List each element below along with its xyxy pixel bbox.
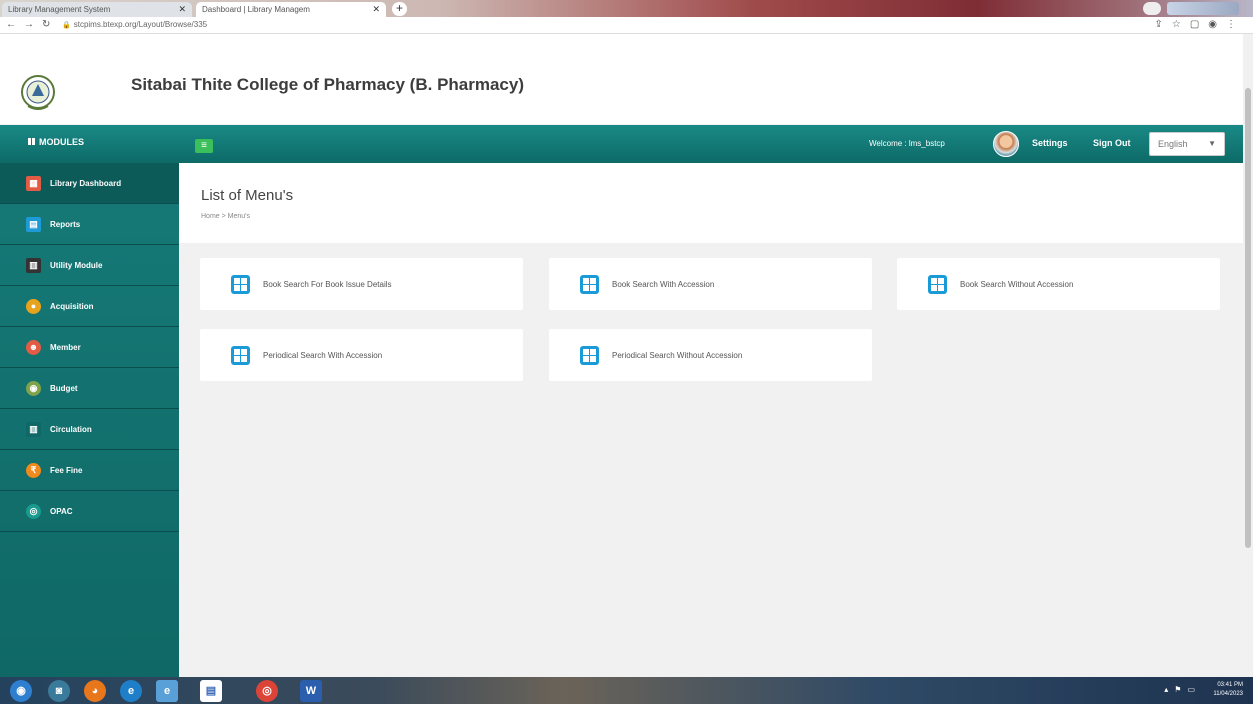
back-icon[interactable]: ← xyxy=(6,19,16,30)
sidebar-item-label: Budget xyxy=(50,383,78,393)
browser-tab-strip: Library Management System ✕ Dashboard | … xyxy=(0,0,1253,17)
sidebar-item-label: Utility Module xyxy=(50,260,103,270)
edge-icon[interactable]: e xyxy=(120,680,142,702)
sidebar: ▦ Library Dashboard ▤ Reports ▥ Utility … xyxy=(0,163,179,677)
sidebar-item-label: Reports xyxy=(50,219,81,229)
acquisition-icon: ● xyxy=(26,298,41,314)
reload-icon[interactable]: ↻ xyxy=(42,19,50,30)
menu-card-label: Book Search With Accession xyxy=(612,279,715,289)
scrollbar-thumb[interactable] xyxy=(1245,88,1251,548)
sidebar-item-member[interactable]: ☻ Member xyxy=(0,327,179,368)
budget-icon: ◉ xyxy=(26,380,41,396)
sidebar-item-label: Fee Fine xyxy=(50,465,83,475)
sidebar-item-label: OPAC xyxy=(50,506,73,516)
sidebar-item-opac[interactable]: ◎ OPAC xyxy=(0,491,179,532)
page-scrollbar[interactable] xyxy=(1243,56,1253,677)
word-icon[interactable]: W xyxy=(300,680,322,702)
firefox-icon[interactable]: ◕ xyxy=(84,680,106,702)
clock[interactable]: 03:41 PM 11/04/2023 xyxy=(1213,681,1243,699)
system-tray-icons[interactable]: ▴⚑▭ xyxy=(1164,685,1201,694)
sidebar-item-fee-fine[interactable]: ₹ Fee Fine xyxy=(0,450,179,491)
forward-icon[interactable]: → xyxy=(24,19,34,30)
dashboard-icon: ▦ xyxy=(26,175,41,191)
ie-icon[interactable]: e xyxy=(156,680,178,702)
menu-toggle-button[interactable]: ≡ xyxy=(195,139,213,153)
maximize-button[interactable] xyxy=(1167,2,1239,15)
lock-icon: 🔒 xyxy=(62,22,71,29)
new-tab-button[interactable]: + xyxy=(392,2,407,16)
menu-card-book-search-issue[interactable]: Book Search For Book Issue Details xyxy=(200,258,523,310)
chrome-icon[interactable]: ◎ xyxy=(256,680,278,702)
sidebar-item-acquisition[interactable]: ● Acquisition xyxy=(0,286,179,327)
page-header: List of Menu's Home > Menu's xyxy=(179,163,1243,243)
sidebar-item-label: Member xyxy=(50,342,81,352)
window-controls xyxy=(1143,2,1243,15)
language-select[interactable]: English ▼ xyxy=(1149,132,1225,156)
windows-icon xyxy=(231,345,250,365)
chevron-down-icon: ▼ xyxy=(1208,139,1216,148)
browser-tab-active[interactable]: Dashboard | Library Managem ✕ xyxy=(196,2,386,17)
settings-link[interactable]: Settings xyxy=(1032,138,1068,148)
fee-icon: ₹ xyxy=(26,462,41,478)
college-logo xyxy=(20,72,56,112)
start-icon[interactable]: ◉ xyxy=(10,680,32,702)
minimize-button[interactable] xyxy=(1143,2,1161,15)
grid-icon xyxy=(28,138,35,145)
explorer-icon[interactable]: ▤ xyxy=(200,680,222,702)
sidebar-item-circulation[interactable]: ▥ Circulation xyxy=(0,409,179,450)
menu-card-label: Book Search Without Accession xyxy=(960,279,1074,289)
tab-title: Dashboard | Library Managem xyxy=(202,5,310,14)
os-taskbar: ◉ ◙ ◕ e e ▤ ◎ W ▴⚑▭ 03:41 PM 11/04/2023 xyxy=(0,677,1253,704)
tab-title: Library Management System xyxy=(8,5,111,14)
report-icon: ▤ xyxy=(26,216,41,232)
menu-card-book-search-without-accession[interactable]: Book Search Without Accession xyxy=(897,258,1220,310)
top-navbar: MODULES ≡ Welcome : lms_bstcp Settings S… xyxy=(0,125,1243,163)
app-icon[interactable]: ◙ xyxy=(48,680,70,702)
circulation-icon: ▥ xyxy=(26,421,41,437)
member-icon: ☻ xyxy=(26,339,41,355)
sidebar-item-label: Circulation xyxy=(50,424,92,434)
college-name: Sitabai Thite College of Pharmacy (B. Ph… xyxy=(131,75,525,94)
welcome-text: Welcome : lms_bstcp xyxy=(869,139,945,148)
browser-tab[interactable]: Library Management System ✕ xyxy=(2,2,192,17)
close-icon[interactable]: ✕ xyxy=(372,4,380,15)
url-field[interactable]: 🔒 stcpims.btexp.org/Layout/Browse/335 xyxy=(62,20,207,29)
breadcrumb[interactable]: Home > Menu's xyxy=(201,213,250,220)
windows-icon xyxy=(580,274,599,294)
windows-icon xyxy=(928,274,947,294)
windows-icon xyxy=(231,274,250,294)
avatar[interactable] xyxy=(993,131,1019,157)
sidebar-item-library-dashboard[interactable]: ▦ Library Dashboard xyxy=(0,163,179,204)
sidebar-item-label: Library Dashboard xyxy=(50,178,122,188)
browser-tools[interactable]: ⇪☆▢◉⋮ xyxy=(1154,19,1245,30)
sidebar-item-label: Acquisition xyxy=(50,301,94,311)
page-title: List of Menu's xyxy=(201,187,294,204)
menu-card-periodical-search-with-accession[interactable]: Periodical Search With Accession xyxy=(200,329,523,381)
menu-card-label: Book Search For Book Issue Details xyxy=(263,279,392,289)
sidebar-item-utility-module[interactable]: ▥ Utility Module xyxy=(0,245,179,286)
address-bar: ← → ↻ 🔒 stcpims.btexp.org/Layout/Browse/3… xyxy=(0,17,1253,34)
modules-heading: MODULES xyxy=(28,137,84,147)
main-content: List of Menu's Home > Menu's Book Search… xyxy=(179,163,1243,677)
windows-icon xyxy=(580,345,599,365)
menu-card-label: Periodical Search With Accession xyxy=(263,350,383,360)
menu-card-book-search-with-accession[interactable]: Book Search With Accession xyxy=(549,258,872,310)
sidebar-item-budget[interactable]: ◉ Budget xyxy=(0,368,179,409)
menu-card-label: Periodical Search Without Accession xyxy=(612,350,743,360)
close-icon[interactable]: ✕ xyxy=(178,4,186,15)
utility-icon: ▥ xyxy=(26,257,41,273)
opac-icon: ◎ xyxy=(26,503,41,519)
sign-out-link[interactable]: Sign Out xyxy=(1093,138,1131,148)
menu-card-periodical-search-without-accession[interactable]: Periodical Search Without Accession xyxy=(549,329,872,381)
language-value: English xyxy=(1158,139,1188,149)
sidebar-item-reports[interactable]: ▤ Reports xyxy=(0,204,179,245)
url-text: stcpims.btexp.org/Layout/Browse/335 xyxy=(73,20,208,29)
